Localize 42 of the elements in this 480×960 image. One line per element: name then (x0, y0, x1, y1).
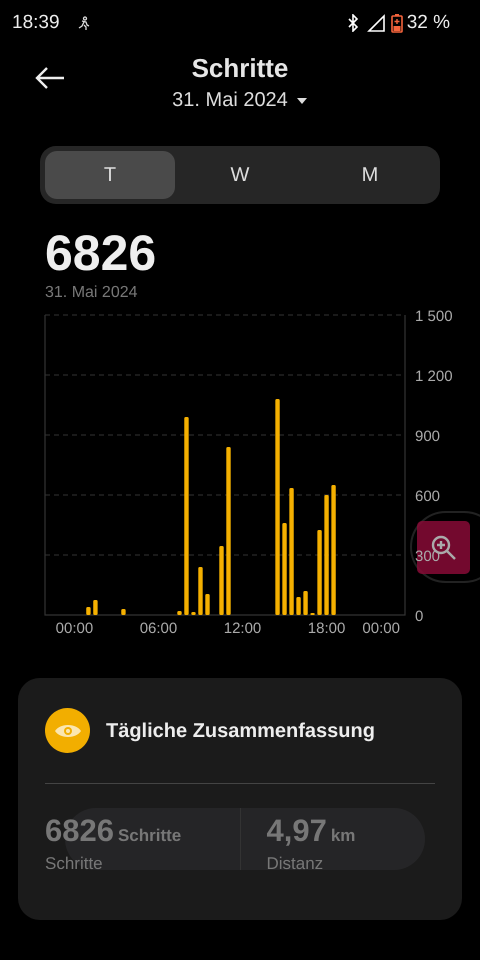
stat-unit: Schritte (118, 825, 182, 847)
period-tab[interactable]: M (305, 151, 435, 199)
y-axis-label: 1 200 (415, 368, 453, 385)
period-tab[interactable]: T (45, 151, 175, 199)
total-steps: 6826 (45, 226, 480, 281)
x-axis-label: 00:00 (362, 620, 400, 637)
x-axis-label: 12:00 (224, 620, 262, 637)
total-date: 31. Mai 2024 (45, 283, 139, 303)
stat-value: 6826 (45, 812, 114, 850)
stat-unit: km (330, 825, 356, 847)
step-bar (191, 612, 196, 615)
step-bar (303, 591, 308, 615)
step-bar (93, 600, 98, 615)
step-bar (198, 567, 203, 615)
stat-label: Distanz (266, 854, 324, 872)
battery-level: 32 % (406, 10, 450, 35)
signal-icon (366, 14, 387, 32)
stat-value: 4,97 (266, 812, 327, 850)
stat-label: Schritte (45, 854, 104, 872)
step-bar (121, 609, 126, 615)
zoom-button[interactable] (417, 521, 470, 574)
y-axis-label: 900 (415, 428, 440, 445)
status-time: 18:39 (12, 10, 60, 35)
period-tab[interactable]: W (175, 151, 305, 199)
x-axis-label: 18:00 (308, 620, 346, 637)
step-bar (296, 597, 301, 615)
bluetooth-icon (346, 14, 359, 32)
eye-icon (45, 708, 90, 753)
step-bar (86, 607, 91, 615)
summary-title: Tägliche Zusammenfassung (106, 718, 375, 744)
step-bar (205, 594, 210, 615)
date-selector[interactable]: 31. Mai 2024 (172, 85, 308, 115)
step-bar (177, 611, 182, 615)
x-axis-label: 06:00 (140, 620, 178, 637)
y-axis-label: 0 (415, 608, 424, 625)
y-axis-label: 600 (415, 488, 440, 505)
page-title: Schritte (192, 54, 288, 83)
y-axis-label: 1 500 (415, 308, 453, 325)
battery-icon (390, 13, 403, 33)
caret-icon (296, 96, 308, 105)
step-bar (219, 546, 224, 615)
x-axis-label: 00:00 (56, 620, 94, 637)
